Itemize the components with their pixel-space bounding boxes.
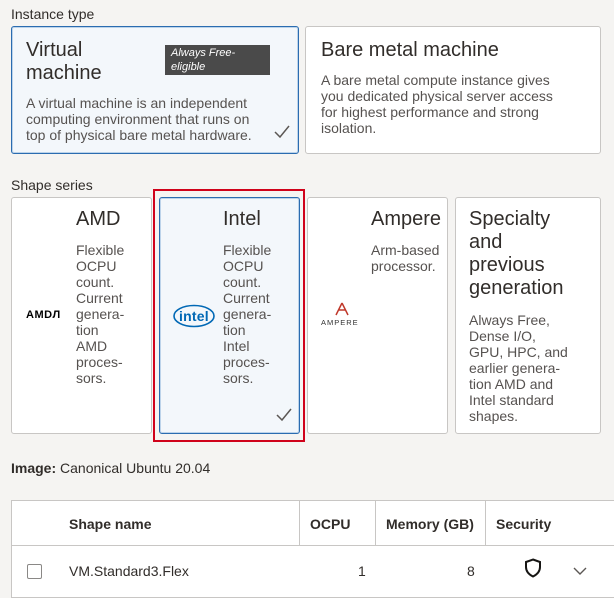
image-label: Image:: [11, 460, 57, 476]
shape-card-title: AMD: [76, 208, 121, 230]
shape-card-title: Specialty and previous generation: [469, 208, 564, 299]
virtual-machine-description: A virtual machine is an independent comp…: [26, 95, 252, 143]
shape-card-description: Flexible OCPU count. Current genera- tio…: [76, 242, 125, 386]
virtual-machine-title: Virtual machine: [26, 39, 102, 84]
column-header-memory[interactable]: Memory (GB): [386, 516, 474, 532]
shape-card-title: Ampere: [371, 208, 442, 230]
ampere-logo: AMPERE: [320, 302, 364, 332]
row-checkbox[interactable]: [27, 564, 42, 579]
check-icon: [274, 125, 290, 139]
shape-card-description: Arm-based processor.: [371, 242, 440, 274]
bare-metal-description: A bare metal compute instance gives you …: [321, 72, 553, 136]
shape-table: Shape name OCPU Memory (GB) Security VM.…: [11, 500, 614, 598]
shape-card-specialty[interactable]: Specialty and previous generation Always…: [455, 197, 601, 434]
amd-logo: AMDЛ: [26, 309, 61, 321]
column-header-shape-name[interactable]: Shape name: [69, 516, 151, 532]
shape-card-amd[interactable]: AMD Flexible OCPU count. Current genera-…: [11, 197, 152, 434]
column-header-security[interactable]: Security: [496, 516, 551, 532]
shield-icon: [525, 558, 541, 578]
shape-card-ampere[interactable]: Ampere Arm-based processor. AMPERE: [307, 197, 448, 434]
cell-shape-name: VM.Standard3.Flex: [69, 563, 189, 579]
column-divider: [375, 501, 376, 545]
column-divider: [485, 501, 486, 545]
always-free-badge: Always Free- eligible: [165, 45, 270, 75]
bare-metal-title: Bare metal machine: [321, 39, 499, 61]
column-divider: [299, 501, 300, 545]
chevron-down-icon[interactable]: [573, 567, 587, 576]
image-value: Canonical Ubuntu 20.04: [60, 460, 211, 476]
cell-memory: 8: [467, 563, 475, 579]
image-info: Image: Canonical Ubuntu 20.04: [11, 460, 210, 476]
instance-type-label: Instance type: [11, 6, 95, 22]
table-row[interactable]: VM.Standard3.Flex 1 8: [12, 546, 614, 598]
column-header-ocpu[interactable]: OCPU: [310, 516, 350, 532]
shape-series-label: Shape series: [11, 177, 93, 193]
bare-metal-card[interactable]: Bare metal machine A bare metal compute …: [305, 26, 601, 154]
highlight-outline: [153, 189, 305, 442]
cell-ocpu: 1: [358, 563, 366, 579]
shape-card-description: Always Free, Dense I/O, GPU, HPC, and ea…: [469, 312, 568, 424]
virtual-machine-card[interactable]: Virtual machine Always Free- eligible A …: [11, 26, 299, 154]
